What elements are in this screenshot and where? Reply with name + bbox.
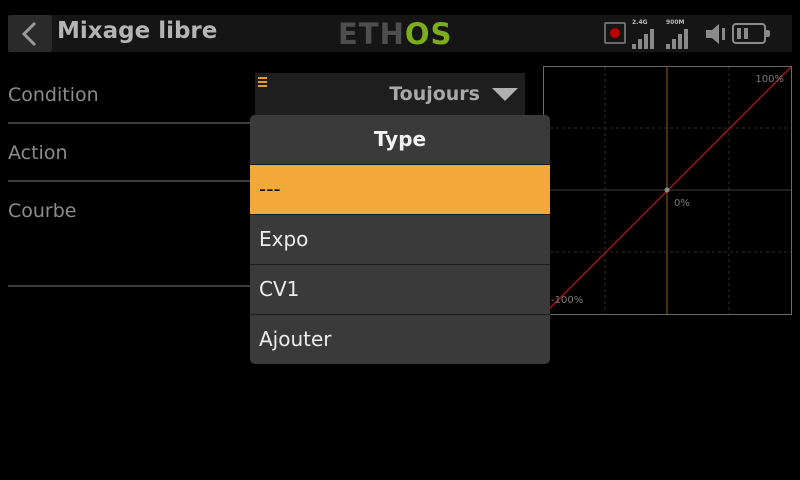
divider	[8, 180, 256, 182]
divider	[8, 285, 256, 287]
curve-label: Courbe	[8, 200, 77, 222]
action-label: Action	[8, 142, 68, 164]
popup-option-expo[interactable]: Expo	[250, 215, 550, 265]
condition-dropdown[interactable]: Toujours	[255, 73, 525, 121]
signal-900-icon: 900M	[666, 19, 694, 49]
logo-eth: ETH	[338, 17, 405, 51]
volume-icon[interactable]	[704, 22, 728, 46]
battery-icon	[732, 23, 770, 44]
curve-center-point	[664, 187, 670, 193]
ethos-logo: ETHOS	[338, 19, 452, 49]
status-area: 2.4G 900M	[604, 15, 784, 52]
caret-down-icon	[492, 88, 518, 101]
popup-option-cv1[interactable]: CV1	[250, 265, 550, 315]
back-button[interactable]	[8, 15, 52, 52]
record-icon[interactable]	[604, 22, 626, 44]
popup-option-none[interactable]: ---	[250, 165, 550, 215]
graph-mid-label: 0%	[674, 198, 690, 209]
divider	[8, 122, 256, 124]
graph-min-label: -100%	[551, 295, 583, 306]
type-popup: Type --- Expo CV1 Ajouter	[250, 115, 550, 364]
signal-900-label: 900M	[666, 19, 685, 26]
popup-title: Type	[250, 115, 550, 165]
page-title: Mixage libre	[57, 18, 218, 44]
chevron-left-icon	[21, 21, 37, 47]
menu-icon	[258, 77, 267, 89]
signal-24-icon: 2.4G	[632, 19, 660, 49]
logo-os: OS	[404, 17, 453, 51]
graph-max-label: 100%	[755, 74, 784, 85]
popup-option-add[interactable]: Ajouter	[250, 315, 550, 364]
signal-24-label: 2.4G	[632, 19, 648, 26]
top-bar: Mixage libre ETHOS 2.4G 900M	[8, 15, 792, 52]
condition-value: Toujours	[389, 83, 480, 105]
curve-graph: 100% 0% -100%	[543, 66, 792, 315]
condition-label: Condition	[8, 84, 99, 106]
